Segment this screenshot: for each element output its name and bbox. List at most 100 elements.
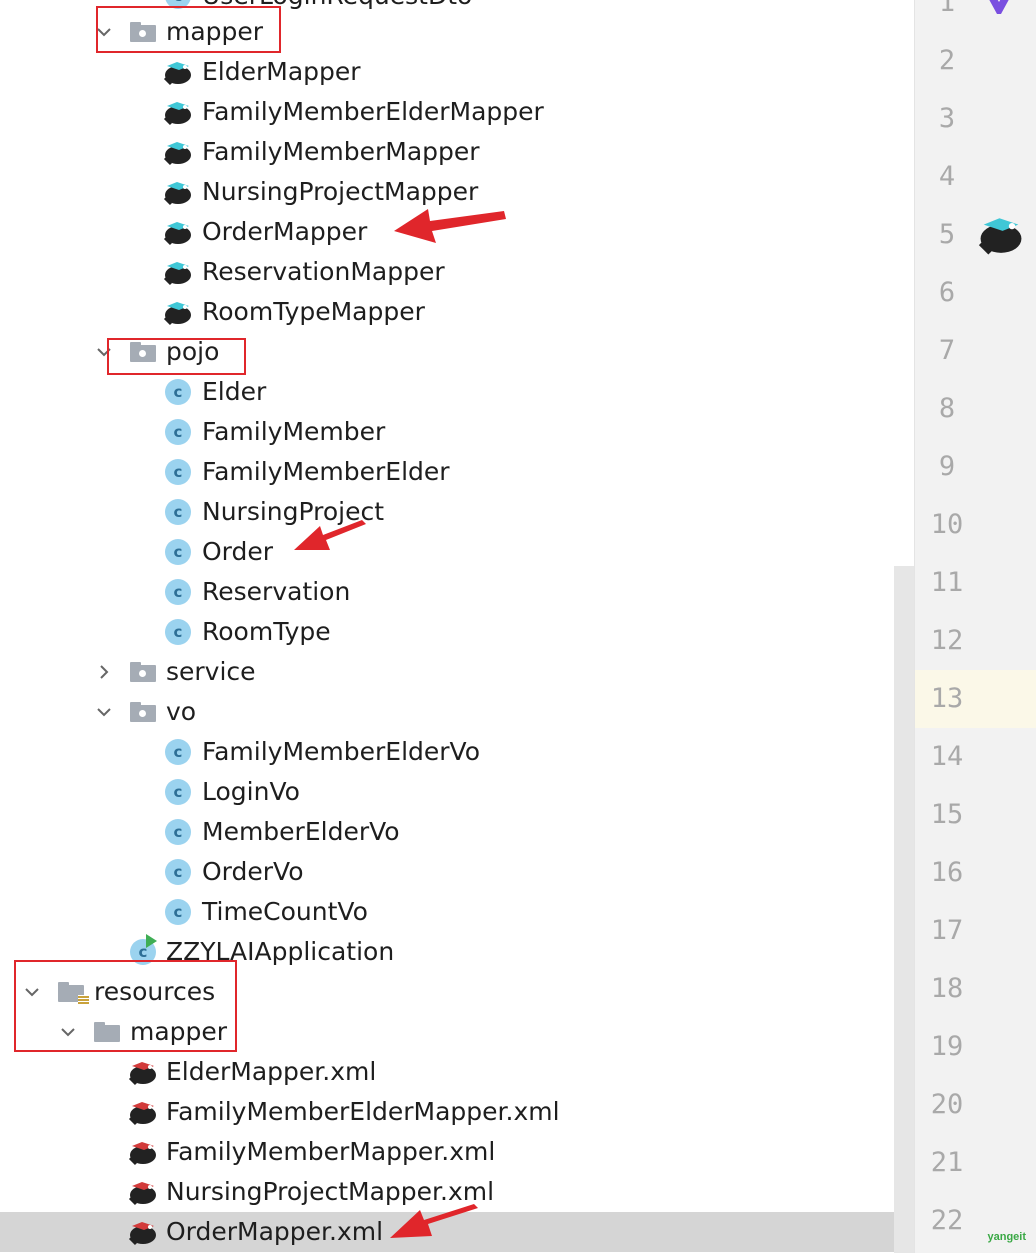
tree-item-eldermapper[interactable]: ElderMapper	[0, 52, 914, 92]
tree-item-familymembermapper[interactable]: FamilyMemberMapper	[0, 132, 914, 172]
gutter-line: 19	[915, 1018, 1036, 1076]
gutter-line-current: 13	[915, 670, 1036, 728]
package-folder-icon	[128, 698, 158, 726]
line-number: 5	[938, 219, 956, 250]
tree-item-label: RoomTypeMapper	[202, 297, 425, 326]
mybatis-mapper-icon	[163, 138, 193, 166]
tree-item-label: FamilyMemberElderVo	[202, 737, 481, 766]
tree-item-label: NursingProjectMapper	[202, 177, 479, 206]
gutter-line: 2	[915, 32, 1036, 90]
tree-item-familymembereldermapper-xml[interactable]: FamilyMemberElderMapper.xml	[0, 1092, 914, 1132]
line-number: 20	[930, 1089, 964, 1120]
line-number: 13	[930, 683, 964, 714]
tree-item-vo-package[interactable]: vo	[0, 692, 914, 732]
gutter-line: 17	[915, 902, 1036, 960]
tree-item-label: RoomType	[202, 617, 331, 646]
line-number: 2	[938, 45, 956, 76]
project-tree[interactable]: c UserLoginRequestDto mapper ElderMapper…	[0, 0, 914, 1253]
line-number: 4	[938, 161, 956, 192]
scrollbar[interactable]	[894, 566, 914, 1253]
tree-item-label: FamilyMemberMapper.xml	[166, 1137, 496, 1166]
tree-item-roomtype[interactable]: c RoomType	[0, 612, 914, 652]
class-icon: c	[163, 778, 193, 806]
tree-item-ordervo[interactable]: c OrderVo	[0, 852, 914, 892]
tree-item-loginvo[interactable]: c LoginVo	[0, 772, 914, 812]
gutter-line: 10	[915, 496, 1036, 554]
gutter-line: 8	[915, 380, 1036, 438]
editor-gutter: 1 2 3 4 5 6 7 8 9 10 11 12 13 14 15 16 1…	[914, 0, 1036, 1253]
class-icon: c	[163, 738, 193, 766]
tree-item-label: OrderMapper	[202, 217, 368, 246]
chevron-down-icon[interactable]	[94, 702, 114, 722]
tree-item-label: OrderMapper.xml	[166, 1217, 384, 1246]
gutter-line: 16	[915, 844, 1036, 902]
annotation-arrow-ordermapper	[394, 209, 506, 243]
tree-item-label: LoginVo	[202, 777, 300, 806]
gutter-line: 15	[915, 786, 1036, 844]
tree-item-membereldervo[interactable]: c MemberElderVo	[0, 812, 914, 852]
gutter-line: 12	[915, 612, 1036, 670]
line-number: 3	[938, 103, 956, 134]
gutter-line: 21	[915, 1134, 1036, 1192]
mybatis-navigate-icon[interactable]	[977, 212, 1025, 256]
gutter-line: 4	[915, 148, 1036, 206]
class-icon: c	[163, 818, 193, 846]
mybatis-xml-icon	[128, 1138, 158, 1166]
class-icon: c	[163, 578, 193, 606]
tree-item-label: ElderMapper.xml	[166, 1057, 377, 1086]
mybatis-mapper-icon	[163, 178, 193, 206]
annotation-arrow-order	[294, 520, 366, 550]
tree-item-label: FamilyMember	[202, 417, 386, 446]
tree-item-label: Reservation	[202, 577, 351, 606]
mybatis-mapper-icon	[163, 258, 193, 286]
tree-item-eldermapper-xml[interactable]: ElderMapper.xml	[0, 1052, 914, 1092]
line-number: 10	[930, 509, 964, 540]
tree-item-familymembereldermapper[interactable]: FamilyMemberElderMapper	[0, 92, 914, 132]
tree-item-service-package[interactable]: service	[0, 652, 914, 692]
gutter-line: 9	[915, 438, 1036, 496]
line-number: 22	[930, 1205, 964, 1236]
gutter-line: 20	[915, 1076, 1036, 1134]
gutter-line: 5	[915, 206, 1036, 264]
chevron-right-icon[interactable]	[94, 662, 114, 682]
mybatis-mapper-icon	[163, 218, 193, 246]
tree-item-label: FamilyMemberElderMapper	[202, 97, 544, 126]
line-number: 17	[930, 915, 964, 946]
tree-item-timecountvo[interactable]: c TimeCountVo	[0, 892, 914, 932]
mybatis-xml-icon	[128, 1098, 158, 1126]
tree-item-familymember[interactable]: c FamilyMember	[0, 412, 914, 452]
tree-item-label: service	[166, 657, 256, 686]
line-number: 19	[930, 1031, 964, 1062]
line-number: 8	[938, 393, 956, 424]
line-number: 6	[938, 277, 956, 308]
mybatis-xml-icon	[128, 1058, 158, 1086]
tree-item-label: vo	[166, 697, 197, 726]
line-number: 12	[930, 625, 964, 656]
class-icon: c	[163, 498, 193, 526]
tree-item-nursingproject[interactable]: c NursingProject	[0, 492, 914, 532]
class-icon: c	[163, 378, 193, 406]
mybatis-xml-icon	[128, 1178, 158, 1206]
mybatis-mapper-icon	[163, 98, 193, 126]
tree-item-familymemberelder[interactable]: c FamilyMemberElder	[0, 452, 914, 492]
gutter-line: 14	[915, 728, 1036, 786]
gutter-line: 7	[915, 322, 1036, 380]
tree-item-label: ReservationMapper	[202, 257, 445, 286]
tree-item-label: OrderVo	[202, 857, 304, 886]
line-number: 15	[930, 799, 964, 830]
tree-item-roomtypemapper[interactable]: RoomTypeMapper	[0, 292, 914, 332]
annotation-arrow-ordermapper-xml	[390, 1204, 478, 1238]
tree-item-familymemberelderlvo[interactable]: c FamilyMemberElderVo	[0, 732, 914, 772]
tree-item-reservation[interactable]: c Reservation	[0, 572, 914, 612]
line-number: 16	[930, 857, 964, 888]
tree-item-familymembermapper-xml[interactable]: FamilyMemberMapper.xml	[0, 1132, 914, 1172]
gutter-line: 1	[915, 0, 1036, 32]
class-icon: c	[163, 858, 193, 886]
tree-item-label: Order	[202, 537, 274, 566]
tree-item-label: ElderMapper	[202, 57, 361, 86]
tree-item-reservationmapper[interactable]: ReservationMapper	[0, 252, 914, 292]
mybatisx-logo-icon	[989, 0, 1009, 14]
tree-item-order[interactable]: c Order	[0, 532, 914, 572]
line-number: 9	[938, 451, 956, 482]
tree-item-elder[interactable]: c Elder	[0, 372, 914, 412]
